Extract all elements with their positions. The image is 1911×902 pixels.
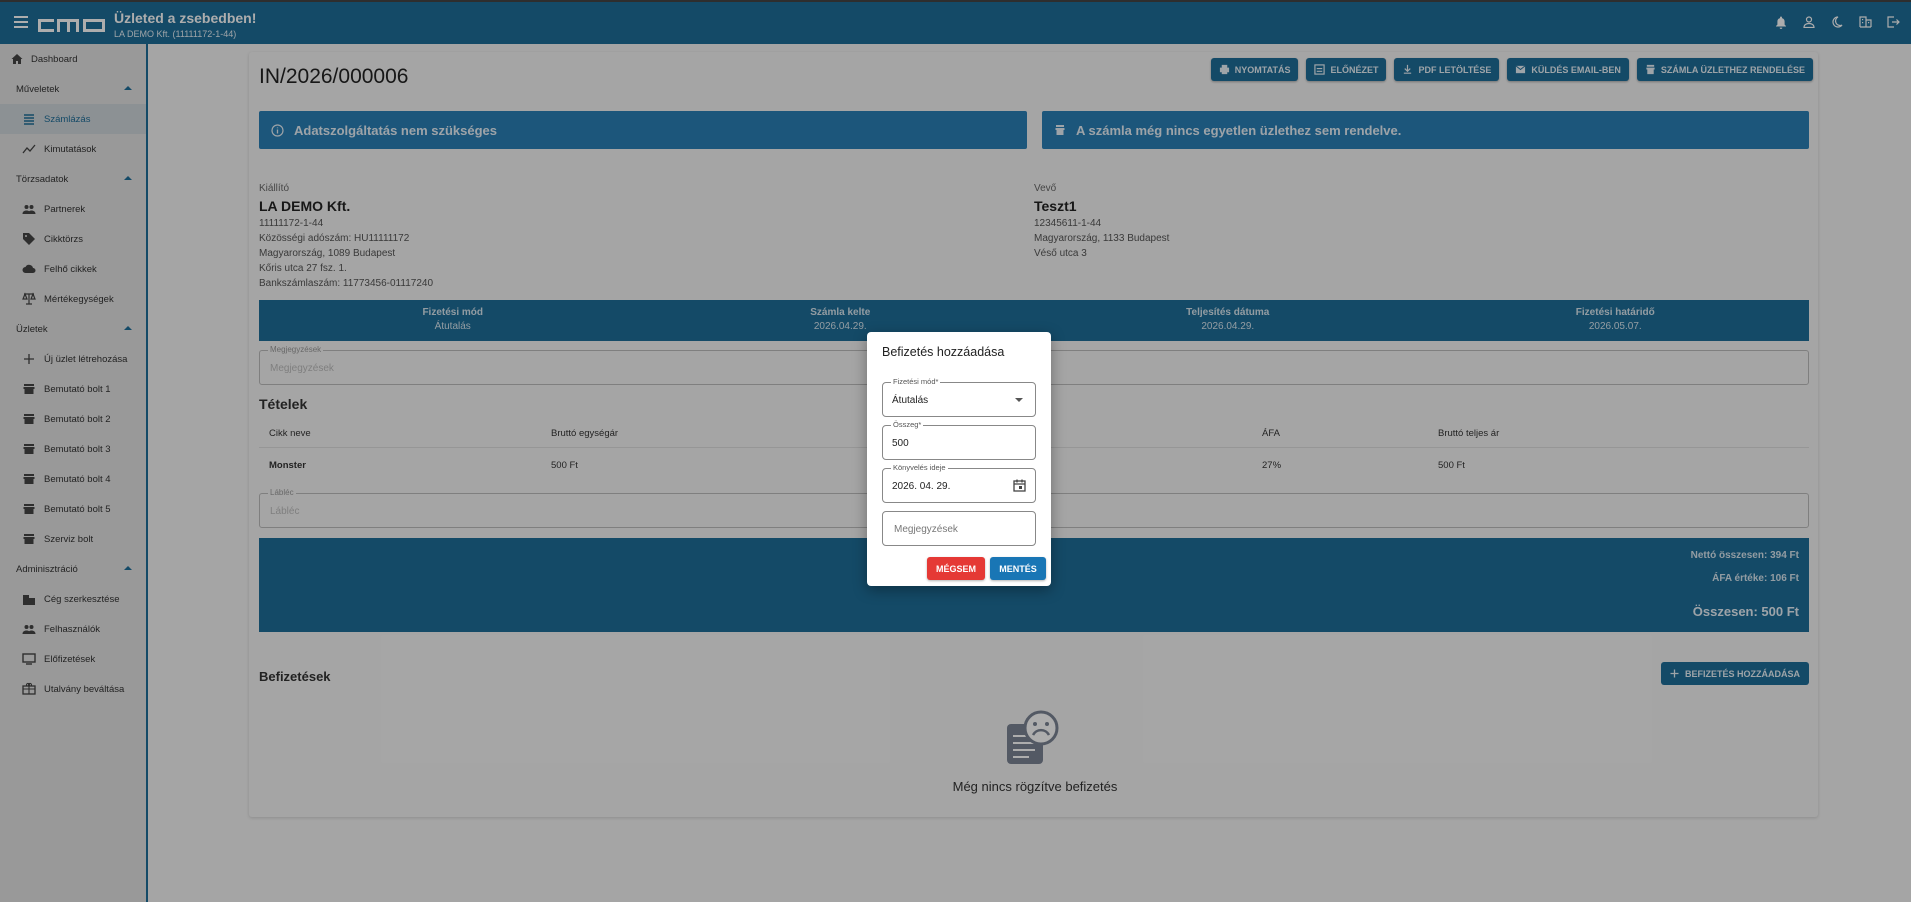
dialog-notes-field[interactable]: Megjegyzések bbox=[882, 511, 1036, 546]
booking-date-field[interactable]: Könyvelés ideje 2026. 04. 29. bbox=[882, 463, 1036, 503]
calendar-icon[interactable] bbox=[1013, 479, 1026, 492]
save-button[interactable]: MENTÉS bbox=[990, 557, 1046, 580]
cancel-button[interactable]: MÉGSEM bbox=[927, 557, 985, 580]
dialog-title: Befizetés hozzáadása bbox=[882, 345, 1005, 359]
add-payment-dialog: Befizetés hozzáadása Fizetési mód* Átuta… bbox=[867, 332, 1051, 586]
payment-method-select[interactable]: Fizetési mód* Átutalás bbox=[882, 377, 1036, 417]
dropdown-arrow-icon bbox=[1015, 398, 1023, 402]
amount-field[interactable]: Összeg* 500 bbox=[882, 420, 1036, 460]
